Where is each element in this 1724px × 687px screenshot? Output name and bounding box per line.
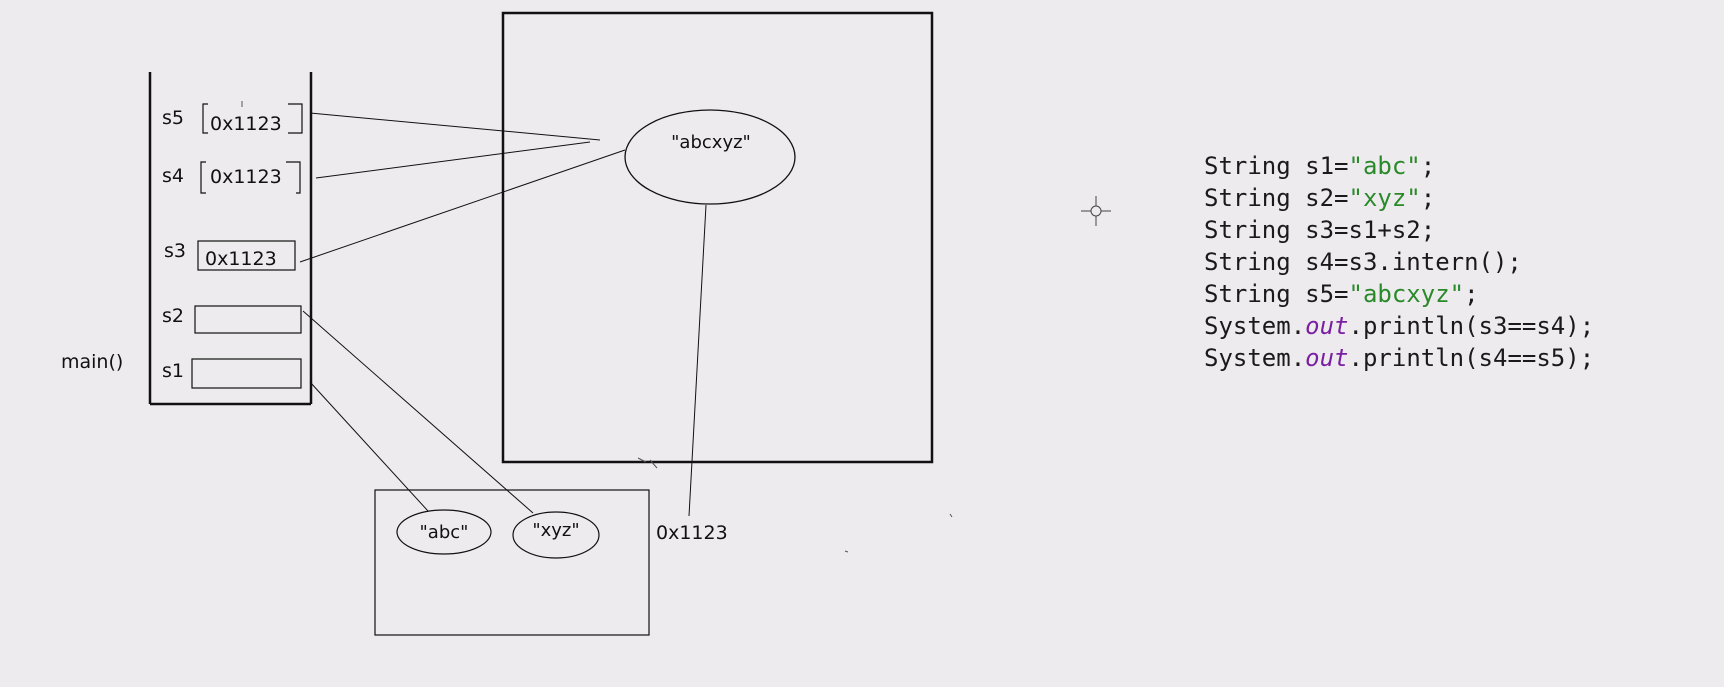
slot-value: 0x1123 [210,166,282,188]
code-token-field: out [1305,312,1349,340]
heap-region [501,11,934,464]
code-line: String s2="xyz"; [1204,182,1594,214]
code-token-plain: String s4=s3.intern(); [1204,248,1522,276]
heap-string-value: "abcxyz" [671,132,751,153]
stack-slot-s5: s5 0x1123 [162,103,303,135]
stack-slot-s3: s3 0x1123 [164,240,296,271]
slot-name: s2 [162,305,184,327]
stack-slot-s2: s2 [162,305,302,334]
code-token-plain: System. [1204,344,1306,372]
stray-marks [241,101,953,553]
slot-value: 0x1123 [205,248,277,270]
stack-slot-s1: s1 [162,358,302,389]
pool-string-abc-label: "abc" [420,522,469,543]
code-token-plain: ; [1420,152,1436,180]
crosshair-cursor-icon [1081,196,1111,226]
string-constant-pool [374,489,650,636]
code-token-string: "abcxyz" [1348,280,1465,308]
code-token-plain: ; [1464,280,1479,308]
code-token-plain: ; [1420,184,1436,212]
slot-name: s4 [162,165,184,187]
code-token-plain: String s5= [1204,280,1349,308]
code-token-plain: String s1= [1204,152,1349,180]
code-token-plain: .println(s3==s4); [1348,312,1595,340]
code-snippet: String s1="abc"; String s2="xyz"; String s… [1204,150,1594,374]
code-line: String s1="abc"; [1204,150,1594,182]
object-address-label: 0x1123 [656,522,728,544]
code-token-field: out [1305,344,1349,372]
code-line: System.out.println(s4==s5); [1204,342,1594,374]
stack-slot-s4: s4 0x1123 [162,161,301,194]
code-token-plain: .println(s4==s5); [1348,344,1595,372]
code-token-string: "abc" [1348,152,1421,180]
code-token-plain: String s2= [1204,184,1349,212]
code-line: String s3=s1+s2; [1204,214,1594,246]
code-token-plain: System. [1204,312,1306,340]
code-token-string: "xyz" [1348,184,1421,212]
pool-string-xyz-label: "xyz" [532,520,579,541]
slot-name: s5 [162,107,184,129]
stack-frame-label: main() [61,351,123,373]
slot-name: s3 [164,240,186,262]
slot-value: 0x1123 [210,113,282,135]
code-line: String s4=s3.intern(); [1204,246,1594,278]
code-line: System.out.println(s3==s4); [1204,310,1594,342]
slot-name: s1 [162,360,184,382]
code-line: String s5="abcxyz"; [1204,278,1594,310]
code-token-plain: String s3=s1+s2; [1204,216,1436,244]
heap-string-object [624,109,796,205]
